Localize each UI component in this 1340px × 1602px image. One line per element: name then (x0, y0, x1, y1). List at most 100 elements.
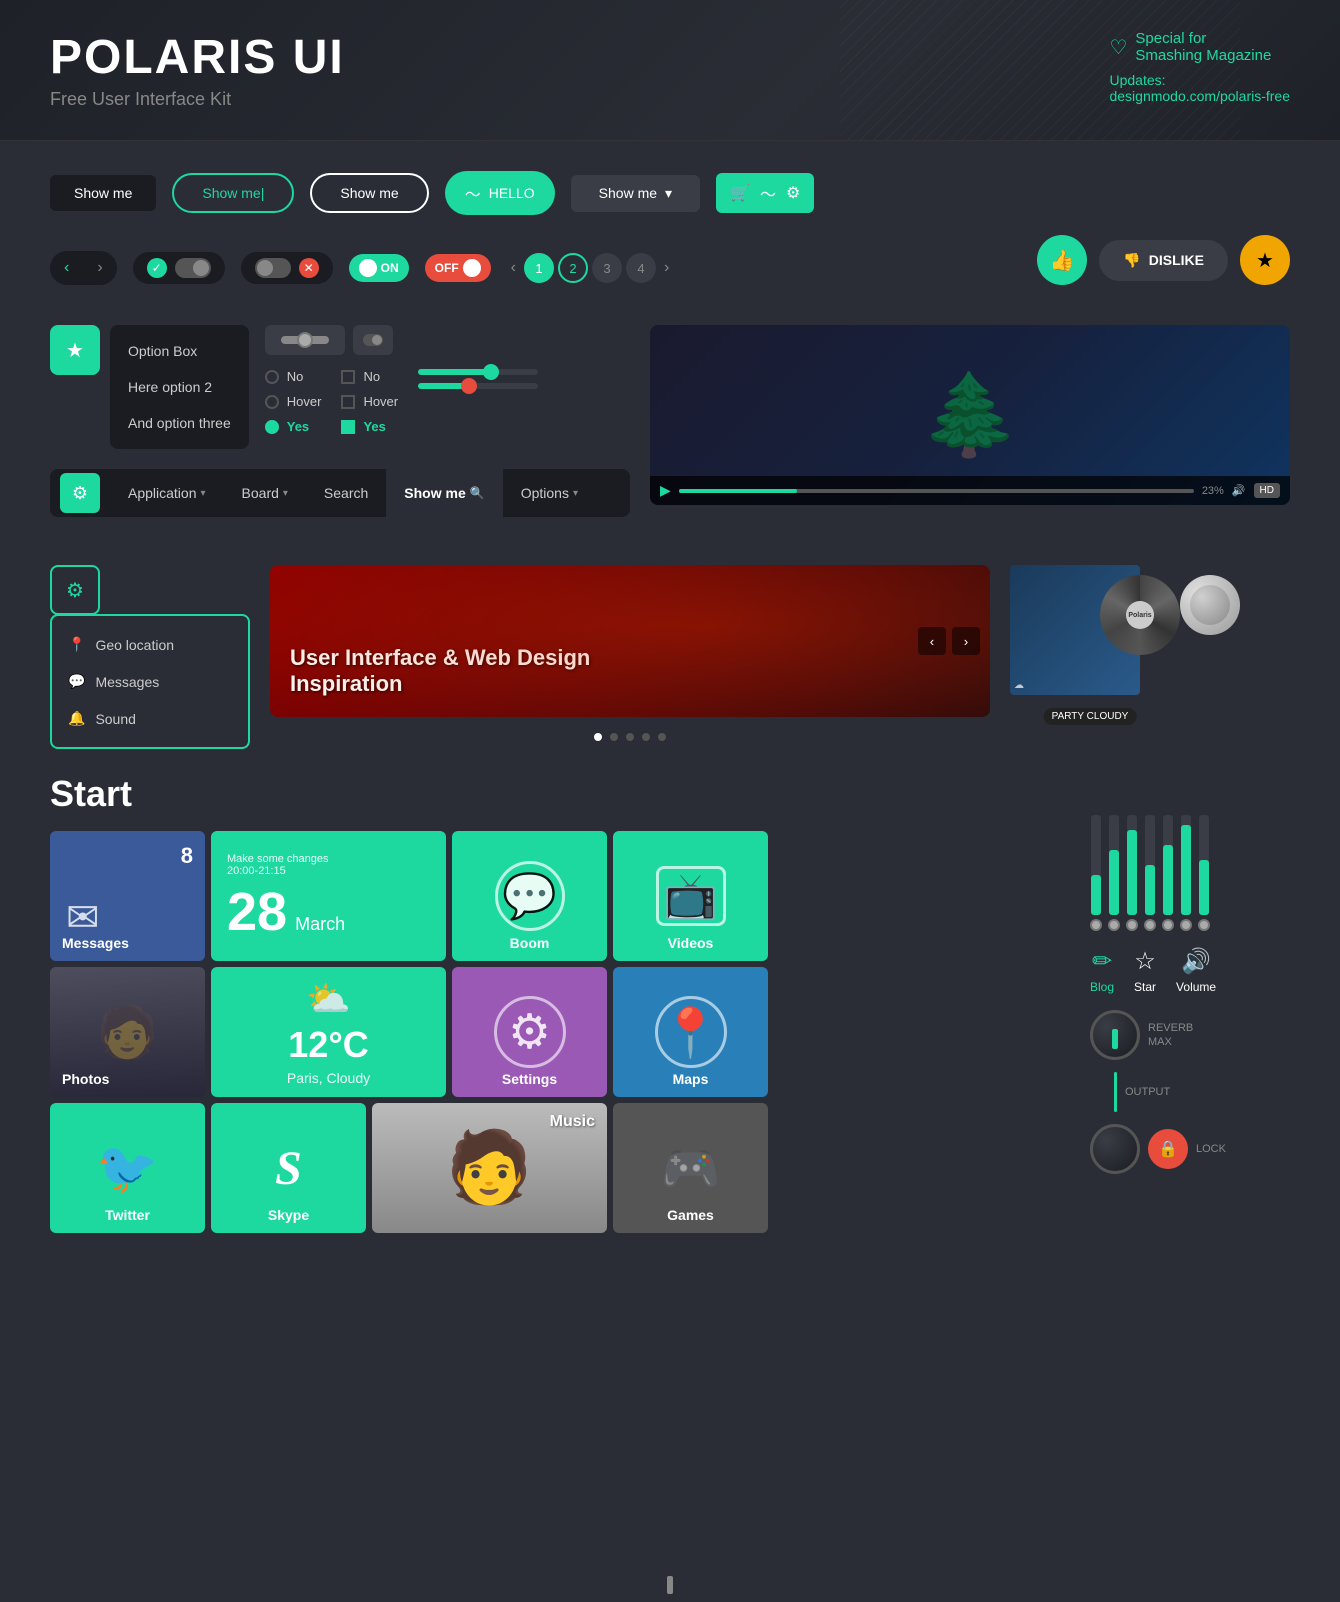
show-me-button-1[interactable]: Show me (50, 175, 156, 211)
carousel-dot-2[interactable] (610, 733, 618, 741)
h-slider-2[interactable] (418, 383, 538, 389)
navbar: ⚙ Application ▾ Board ▾ Search Show me (50, 469, 630, 517)
video-thumbnail-tree: 🌲 (920, 368, 1020, 462)
calendar-date: 28 (227, 885, 287, 939)
page-3-button[interactable]: 3 (592, 253, 622, 283)
nav-prev-button[interactable]: ‹ (50, 251, 83, 285)
checkbox-sq-hover[interactable] (341, 395, 355, 409)
tile-skype-label: Skype (268, 1207, 309, 1223)
eq-knob-2[interactable] (1108, 919, 1120, 931)
toggle-small[interactable] (353, 325, 393, 355)
dropdown-item-1[interactable]: Option Box (110, 333, 249, 369)
checkbox-yes-2: Yes (341, 419, 398, 434)
nav-board[interactable]: Board ▾ (224, 469, 306, 517)
h-slider-1[interactable] (418, 369, 538, 375)
tile-photos[interactable]: 🧑 Photos (50, 967, 205, 1097)
carousel-dot-1[interactable] (594, 733, 602, 741)
toggle-on[interactable]: ON (349, 254, 409, 282)
checkbox-group-2: No Hover Yes (341, 369, 398, 434)
tile-twitter[interactable]: 🐦 Twitter (50, 1103, 205, 1233)
icon-group-button[interactable]: 🛒 〜 ⚙ (716, 173, 814, 213)
tile-messages[interactable]: ✉ 8 Messages (50, 831, 205, 961)
page-1-button[interactable]: 1 (524, 253, 554, 283)
calendar-time-info: Make some changes 20:00-21:15 (227, 853, 430, 877)
radio-circle-hover-1[interactable] (265, 395, 279, 409)
star-menu-button[interactable]: ★ (50, 325, 100, 375)
eq-knob-3[interactable] (1126, 919, 1138, 931)
checkbox-no-2: No (341, 369, 398, 384)
dropdown-item-3[interactable]: And option three (110, 405, 249, 441)
hello-button[interactable]: 〜 HELLO (445, 171, 555, 215)
tile-weather[interactable]: ⛅ 12°C Paris, Cloudy (211, 967, 446, 1097)
eq-bar-track-3 (1127, 815, 1137, 915)
h-slider-2-thumb[interactable] (461, 378, 477, 394)
sidebar-item-messages[interactable]: 💬 Messages (52, 663, 248, 700)
tile-games-label: Games (667, 1207, 714, 1223)
tile-calendar[interactable]: Make some changes 20:00-21:15 28 March (211, 831, 446, 961)
checkbox-sq-no[interactable] (341, 370, 355, 384)
tile-settings-label: Settings (502, 1071, 557, 1087)
v-slider-widget[interactable] (265, 325, 345, 355)
star-button[interactable]: ★ (1240, 235, 1290, 285)
carousel-background: User Interface & Web Design Inspiration … (270, 565, 990, 717)
eq-knob-5[interactable] (1162, 919, 1174, 931)
tile-music[interactable]: 🧑 Music (372, 1103, 607, 1233)
tile-messages-label: Messages (62, 935, 129, 951)
page-4-button[interactable]: 4 (626, 253, 656, 283)
output-knob[interactable] (1090, 1124, 1140, 1174)
buttons-row: Show me Show me| Show me 〜 HELLO Show me… (50, 171, 1290, 215)
checkbox-sq-yes[interactable] (341, 420, 355, 434)
like-button[interactable]: 👍 (1037, 235, 1087, 285)
show-me-button-3[interactable]: Show me (310, 173, 428, 213)
sidebar-item-sound[interactable]: 🔔 Sound (52, 700, 248, 737)
dot-toggle[interactable] (175, 258, 211, 278)
radio-checkbox-groups: No Hover Yes (265, 369, 538, 434)
video-seekbar[interactable] (679, 489, 1194, 493)
toggle-off[interactable]: OFF (425, 254, 491, 282)
nav-search[interactable]: Search (306, 469, 386, 517)
page-prev-button[interactable]: ‹ (507, 259, 520, 277)
video-play-button[interactable]: ▶ (660, 482, 671, 499)
tile-settings[interactable]: ⚙ Settings (452, 967, 607, 1097)
eq-knob-7[interactable] (1198, 919, 1210, 931)
reverb-knob[interactable] (1090, 1010, 1140, 1060)
page-2-button[interactable]: 2 (558, 253, 588, 283)
radio-circle-yes-1[interactable] (265, 420, 279, 434)
nav-options[interactable]: Options ▾ (503, 469, 596, 517)
header-left: POLARIS UI Free User Interface Kit (50, 30, 345, 110)
lock-button[interactable]: 🔒 (1148, 1129, 1188, 1169)
dot-toggle-2[interactable] (255, 258, 291, 278)
volume-knob[interactable] (1180, 575, 1240, 635)
tile-skype[interactable]: S Skype (211, 1103, 366, 1233)
nav-show-me[interactable]: Show me 🔍 (386, 469, 502, 517)
carousel-dot-5[interactable] (658, 733, 666, 741)
nav-application[interactable]: Application ▾ (110, 469, 224, 517)
eq-knob-6[interactable] (1180, 919, 1192, 931)
dropdown-item-2[interactable]: Here option 2 (110, 369, 249, 405)
page-next-button[interactable]: › (660, 259, 673, 277)
icon-volume[interactable]: 🔊 Volume (1176, 947, 1216, 994)
sidebar-gear-button[interactable]: ⚙ (50, 565, 100, 615)
carousel-dot-3[interactable] (626, 733, 634, 741)
radio-circle-no-1[interactable] (265, 370, 279, 384)
carousel-next-button[interactable]: › (952, 627, 980, 655)
weather-cloud-icon: ⛅ (306, 978, 351, 1020)
nav-next-button[interactable]: › (83, 251, 116, 285)
tile-videos[interactable]: 📺 Videos (613, 831, 768, 961)
carousel-dot-4[interactable] (642, 733, 650, 741)
cart-icon: 🛒 (730, 183, 750, 203)
tile-maps[interactable]: 📍 Maps (613, 967, 768, 1097)
show-me-dropdown-button[interactable]: Show me ▾ (571, 175, 700, 212)
icon-star[interactable]: ☆ Star (1134, 947, 1156, 994)
icon-blog[interactable]: ✏ Blog (1090, 947, 1114, 994)
sidebar-item-geo[interactable]: 📍 Geo location (52, 626, 248, 663)
dislike-button[interactable]: 👎 DISLIKE (1099, 240, 1228, 281)
carousel-prev-button[interactable]: ‹ (918, 627, 946, 655)
controls-row: ‹ › ✓ ✕ ON OFF ‹ 1 (50, 235, 1290, 301)
tile-games[interactable]: 🎮 Games (613, 1103, 768, 1233)
eq-knob-4[interactable] (1144, 919, 1156, 931)
h-slider-1-thumb[interactable] (483, 364, 499, 380)
show-me-button-2[interactable]: Show me| (172, 173, 294, 213)
eq-knob-1[interactable] (1090, 919, 1102, 931)
tile-boom[interactable]: 💬 Boom (452, 831, 607, 961)
